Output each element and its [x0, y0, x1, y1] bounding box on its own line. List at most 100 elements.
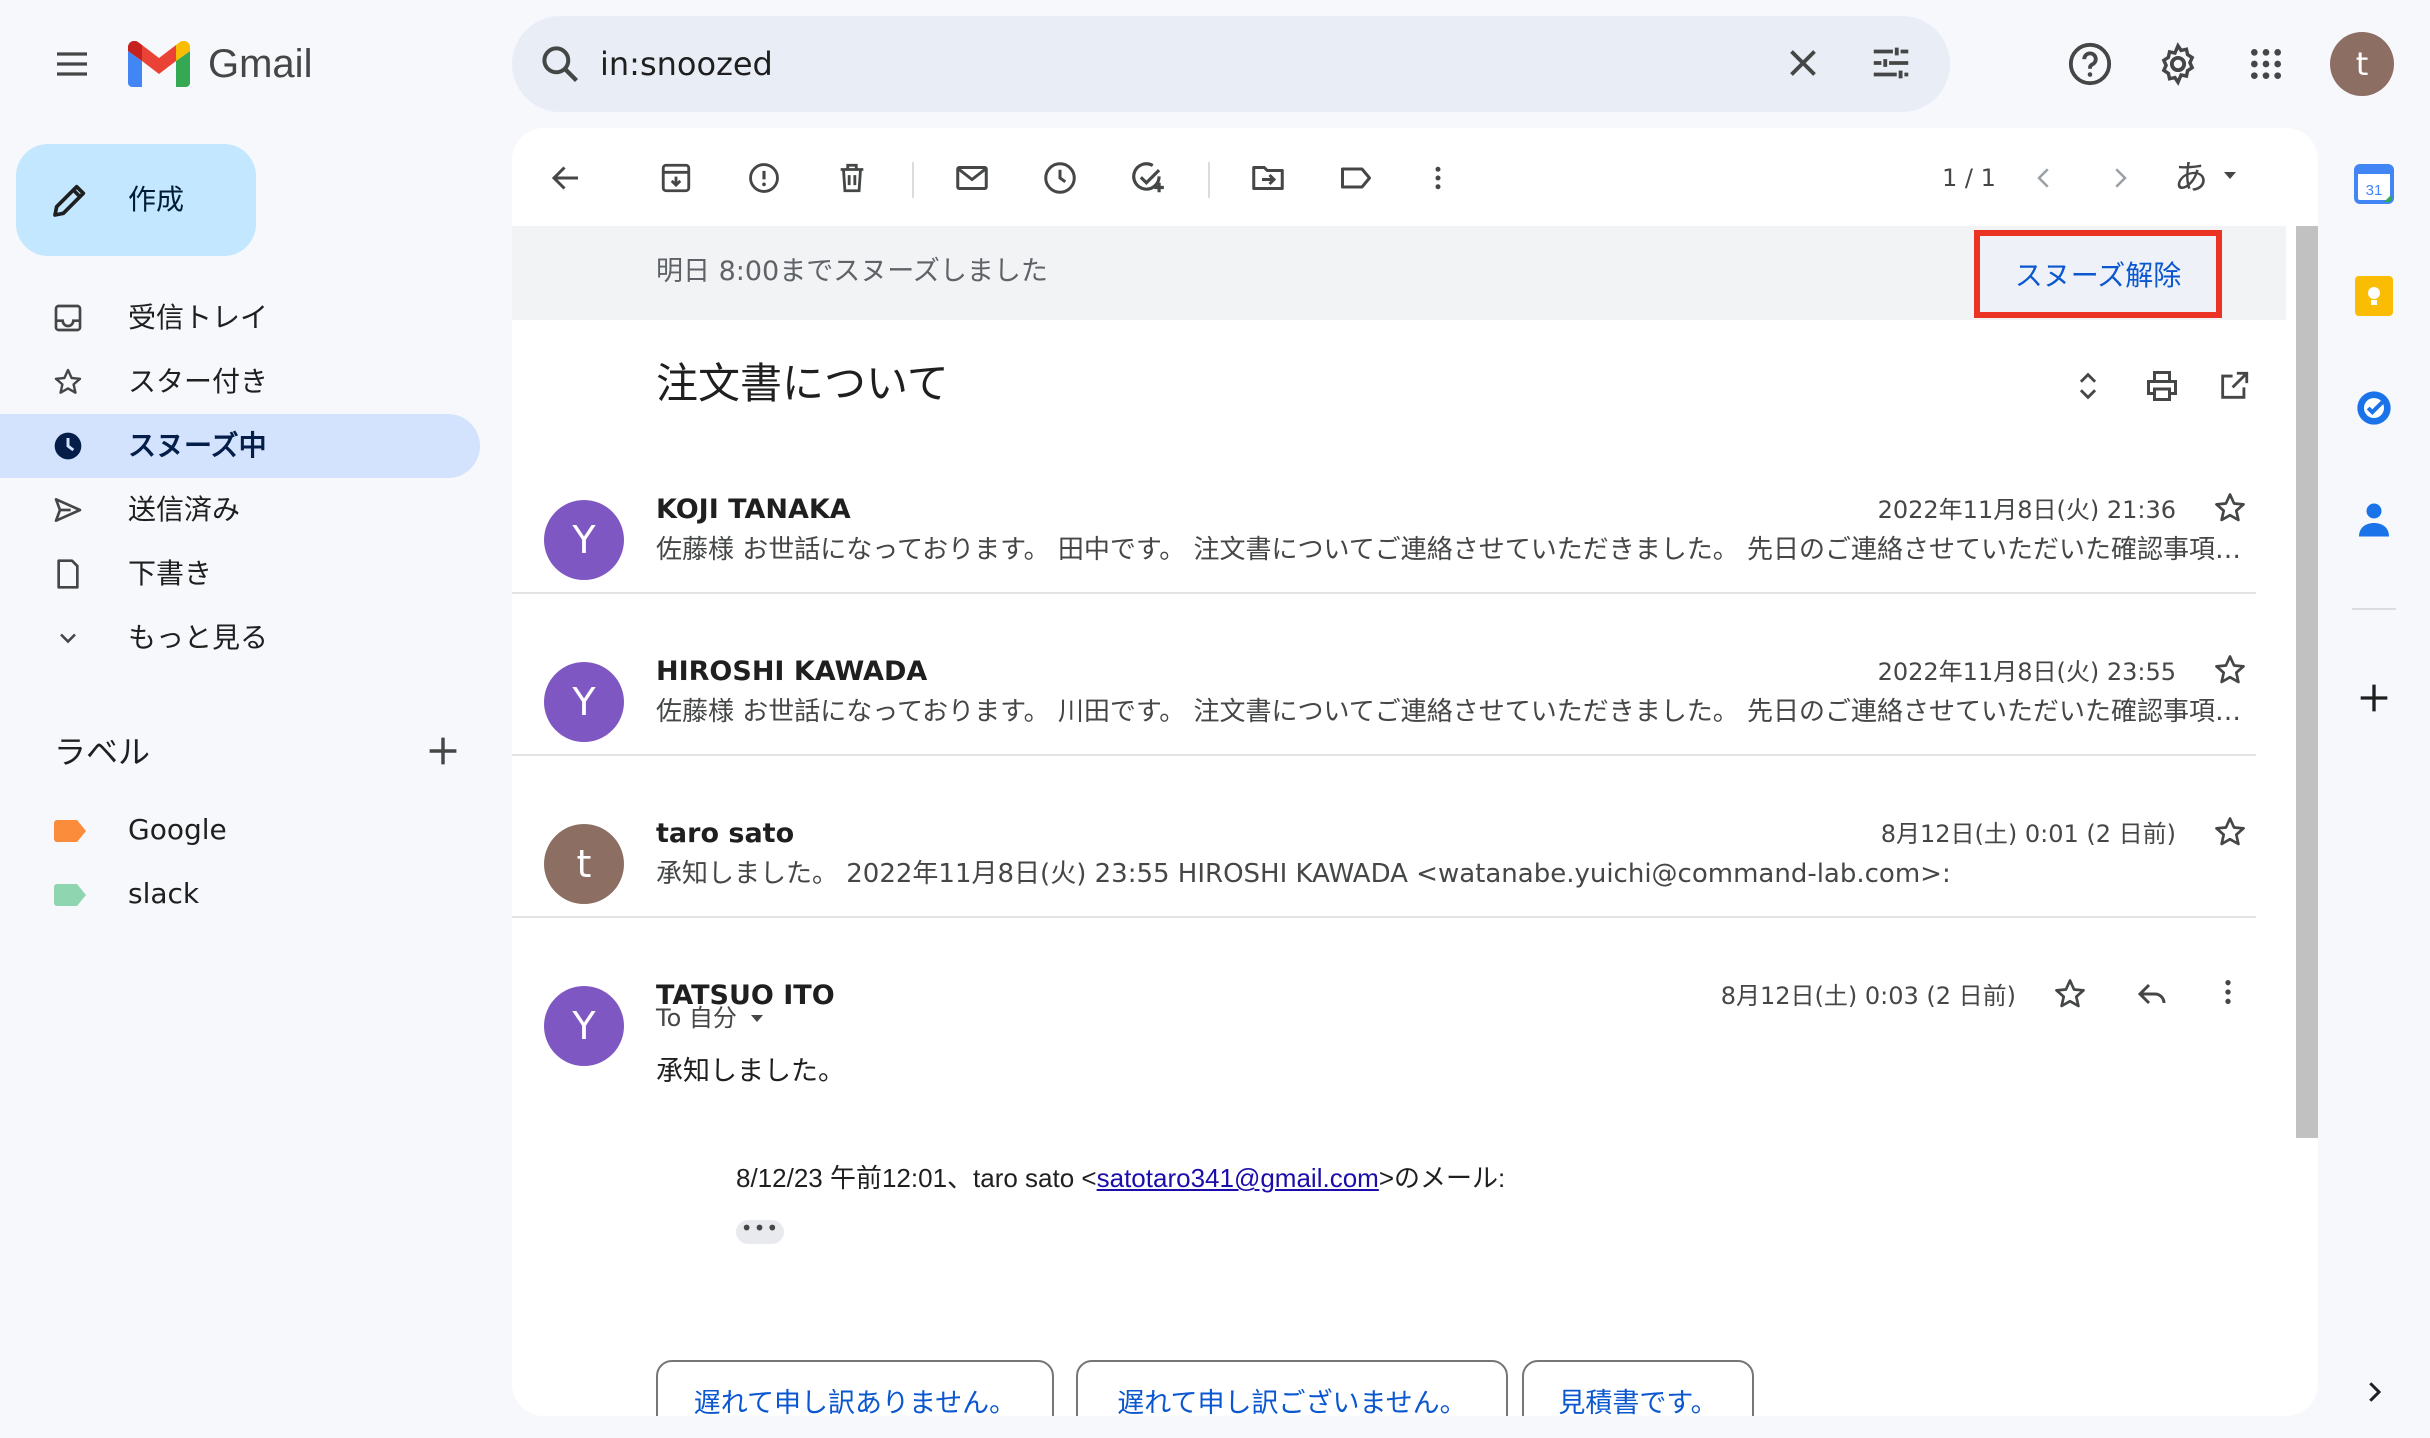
quote-suffix: >のメール: [1378, 1163, 1506, 1193]
newer-button[interactable] [2018, 152, 2070, 204]
labels-heading: ラベル [54, 733, 151, 771]
contacts-app-button[interactable] [2350, 496, 2398, 544]
add-to-tasks-button[interactable] [1122, 152, 1174, 204]
expand-all-button[interactable] [2066, 364, 2110, 408]
app-name: Gmail [208, 41, 313, 86]
calendar-day: 31 [2366, 182, 2383, 199]
move-to-button[interactable] [1242, 152, 1294, 204]
search-input[interactable]: in:snoozed [600, 42, 773, 86]
smart-reply-button[interactable]: 遅れて申し訳ございません。 [1076, 1360, 1508, 1416]
sidebar-item-label: 受信トレイ [128, 301, 269, 334]
sidebar-item-label: スヌーズ中 [128, 429, 267, 462]
sidebar-item-snoozed[interactable]: スヌーズ中 [0, 414, 480, 478]
account-avatar[interactable]: t [2330, 32, 2394, 96]
message-date: 2022年11月8日(火) 23:55 [1877, 658, 2176, 686]
compose-label: 作成 [128, 183, 185, 216]
report-spam-button[interactable] [738, 152, 790, 204]
keep-icon [2355, 276, 2393, 316]
sidebar-item-inbox[interactable]: 受信トレイ [0, 286, 480, 350]
label-name: slack [128, 877, 200, 910]
reply-button[interactable] [2134, 976, 2174, 1016]
chevron-right-icon [2115, 168, 2127, 188]
open-new-window-button[interactable] [2212, 364, 2256, 408]
clock-icon [52, 430, 84, 462]
sidebar-item-starred[interactable]: スター付き [0, 350, 480, 414]
search-button[interactable] [538, 42, 582, 86]
settings-button[interactable] [2148, 34, 2208, 94]
sender-name: HIROSHI KAWADA [656, 656, 928, 687]
older-button[interactable] [2094, 152, 2146, 204]
sender-avatar: Y [544, 986, 624, 1066]
plus-icon [2360, 684, 2388, 712]
smart-reply-button[interactable]: 見積書です。 [1522, 1360, 1754, 1416]
show-side-panel-button[interactable] [2350, 1368, 2398, 1416]
side-panel-divider [2352, 608, 2396, 610]
clear-search-button[interactable] [1780, 40, 1826, 86]
toolbar-divider [1208, 162, 1210, 198]
star-button[interactable] [2052, 976, 2092, 1016]
move-to-folder-icon [1252, 166, 1284, 190]
collapsed-message[interactable]: Y HIROSHI KAWADA 2022年11月8日(火) 23:55 佐藤様… [512, 630, 2256, 750]
send-icon [52, 494, 84, 526]
sender-avatar: Y [544, 662, 624, 742]
arrow-back-icon [551, 166, 578, 190]
search-options-button[interactable] [1868, 40, 1914, 86]
tasks-app-button[interactable] [2350, 384, 2398, 432]
toolbar-divider [912, 162, 914, 198]
message-snippet: 承知しました。 2022年11月8日(火) 23:55 HIROSHI KAWA… [656, 859, 1951, 889]
unsnooze-button[interactable]: スヌーズ解除 [1974, 230, 2222, 318]
compose-button[interactable]: 作成 [16, 144, 256, 256]
caret-down-icon [2224, 171, 2236, 179]
sidebar-nav: 受信トレイ スター付き スヌーズ中 送信済み 下書き もっと見る [0, 286, 480, 654]
keep-app-button[interactable] [2350, 272, 2398, 320]
sidebar-item-label: 下書き [128, 557, 213, 590]
labels-button[interactable] [1330, 152, 1382, 204]
label-item-google[interactable]: Google [0, 800, 480, 860]
open-in-new-icon [2221, 371, 2249, 399]
print-icon [2147, 371, 2177, 401]
star-button[interactable] [2212, 814, 2252, 854]
star-button[interactable] [2212, 490, 2252, 530]
reply-icon [2137, 983, 2166, 1005]
chevron-left-icon [2037, 168, 2049, 188]
delete-button[interactable] [826, 152, 878, 204]
support-button[interactable] [2060, 34, 2120, 94]
get-addons-button[interactable] [2350, 674, 2398, 722]
draft-icon [52, 558, 84, 590]
message-divider [512, 754, 2256, 756]
star-button[interactable] [2212, 652, 2252, 692]
print-button[interactable] [2140, 364, 2184, 408]
mark-unread-button[interactable] [946, 152, 998, 204]
more-actions-button[interactable] [1412, 152, 1464, 204]
archive-button[interactable] [650, 152, 702, 204]
scrollbar-thumb[interactable] [2296, 226, 2318, 1138]
message-date: 8月12日(土) 0:01 (2 日前) [1880, 820, 2176, 848]
sidebar-item-drafts[interactable]: 下書き [0, 542, 480, 606]
smart-reply-button[interactable]: 遅れて申し訳ありません。 [656, 1360, 1054, 1416]
calendar-app-button[interactable]: 31 [2350, 160, 2398, 208]
show-trimmed-content-button[interactable]: ••• [736, 1218, 784, 1244]
chevron-down-icon [52, 622, 84, 654]
collapsed-message[interactable]: Y KOJI TANAKA 2022年11月8日(火) 21:36 佐藤様 お世… [512, 468, 2256, 588]
apps-grid-icon [2251, 49, 2281, 79]
back-button[interactable] [540, 152, 592, 204]
input-tools-button[interactable]: あ [2174, 150, 2242, 199]
sender-avatar: Y [544, 500, 624, 580]
search-bar[interactable]: in:snoozed [512, 16, 1950, 112]
apps-button[interactable] [2236, 34, 2296, 94]
tasks-icon [2357, 391, 2391, 425]
snooze-button[interactable] [1034, 152, 1086, 204]
gmail-logo[interactable]: Gmail [128, 34, 312, 94]
create-label-button[interactable] [420, 728, 466, 774]
sidebar-item-more[interactable]: もっと見る [0, 606, 480, 670]
more-vert-icon [2225, 980, 2231, 1004]
search-icon [542, 46, 579, 83]
main-menu-button[interactable] [42, 34, 102, 94]
sidebar-item-sent[interactable]: 送信済み [0, 478, 480, 542]
quote-prefix: 8/12/23 午前12:01、taro sato < [736, 1163, 1097, 1193]
label-item-slack[interactable]: slack [0, 864, 480, 924]
recipient-details-button[interactable]: To 自分 [656, 998, 769, 1038]
quoted-email-link[interactable]: satotaro341@gmail.com [1097, 1163, 1379, 1193]
message-more-button[interactable] [2212, 976, 2252, 1016]
collapsed-message[interactable]: t taro sato 8月12日(土) 0:01 (2 日前) 承知しました。… [512, 792, 2256, 912]
